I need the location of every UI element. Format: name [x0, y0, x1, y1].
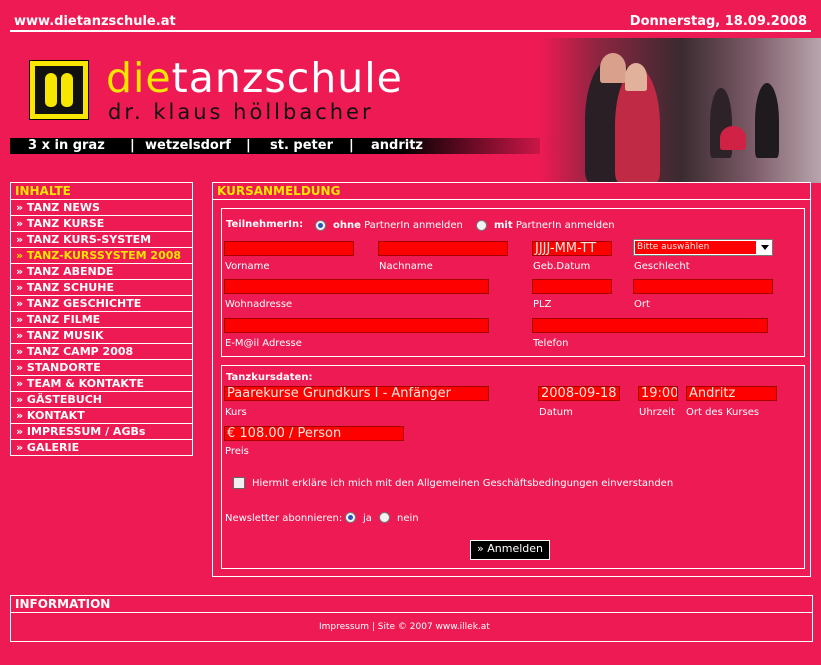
location-separator: |	[246, 138, 251, 153]
brand-subtitle: dr. klaus höllbacher	[108, 100, 374, 124]
first-name-label: Vorname	[225, 261, 270, 272]
gender-select-value: Bitte auswählen	[635, 241, 756, 254]
sidebar-heading: INHALTE	[11, 183, 192, 200]
chevron-down-icon	[761, 245, 769, 250]
radio-with-partner[interactable]	[476, 220, 487, 231]
information-heading: INFORMATION	[11, 596, 812, 613]
course-location-input[interactable]: Andritz	[686, 386, 777, 401]
logo-icon[interactable]	[29, 60, 89, 120]
current-date: Donnerstag, 18.09.2008	[629, 14, 807, 29]
newsletter-yes-radio[interactable]	[345, 512, 356, 523]
section-title: KURSANMELDUNG	[213, 183, 810, 200]
zip-input[interactable]	[532, 279, 612, 294]
sidebar-item-tanz-news[interactable]: » TANZ NEWS	[11, 200, 192, 216]
gender-label: Geschlecht	[634, 261, 690, 272]
email-label: E-M@il Adresse	[225, 338, 302, 349]
newsletter-no-radio[interactable]	[379, 512, 390, 523]
last-name-input[interactable]	[378, 241, 508, 256]
course-date-input[interactable]: 2008-09-18	[538, 386, 620, 401]
city-input[interactable]	[633, 279, 773, 294]
address-label: Wohnadresse	[225, 299, 293, 310]
sidebar-item-tanz-filme[interactable]: » TANZ FILME	[11, 312, 192, 328]
course-heading: Tanzkursdaten:	[226, 372, 313, 383]
course-date-label: Datum	[539, 407, 573, 418]
newsletter-label: Newsletter abonnieren:	[225, 513, 343, 524]
birthdate-label: Geb.Datum	[533, 261, 591, 272]
course-input[interactable]: Paarekurse Grundkurs I - Anfänger	[224, 386, 489, 401]
radio-without-partner[interactable]	[315, 220, 326, 231]
newsletter-yes-label: ja	[363, 513, 372, 524]
participant-label: TeilnehmerIn:	[226, 219, 304, 230]
address-input[interactable]	[224, 279, 489, 294]
agb-checkbox[interactable]	[233, 477, 245, 489]
sidebar-item-tanz-kurs-system[interactable]: » TANZ KURS-SYSTEM	[11, 232, 192, 248]
newsletter-no-label: nein	[397, 513, 419, 524]
location-wetzelsdorf[interactable]: wetzelsdorf	[145, 138, 231, 153]
sidebar-item-kontakt[interactable]: » KONTAKT	[11, 408, 192, 424]
sidebar-item-standorte[interactable]: » STANDORTE	[11, 360, 192, 376]
header-dance-photo	[540, 38, 821, 183]
sidebar-item-tanz-abende[interactable]: » TANZ ABENDE	[11, 264, 192, 280]
brand-title: dietanzschule	[106, 54, 403, 102]
course-location-label: Ort des Kurses	[686, 407, 760, 418]
sidebar-item-tanz-kurse[interactable]: » TANZ KURSE	[11, 216, 192, 232]
top-bar: www.dietanzschule.at Donnerstag, 18.09.2…	[10, 12, 811, 32]
sidebar-item-impressum-agbs[interactable]: » IMPRESSUM / AGBs	[11, 424, 192, 440]
sidebar-item-tanz-geschichte[interactable]: » TANZ GESCHICHTE	[11, 296, 192, 312]
gender-select[interactable]: Bitte auswählen	[633, 239, 773, 256]
site-url[interactable]: www.dietanzschule.at	[14, 14, 176, 29]
sidebar-menu: INHALTE » TANZ NEWS » TANZ KURSE » TANZ …	[10, 182, 193, 456]
location-andritz[interactable]: andritz	[371, 138, 423, 153]
information-section: INFORMATION	[10, 595, 813, 642]
location-bar: 3 x in graz | wetzelsdorf | st. peter | …	[10, 138, 565, 154]
course-time-label: Uhrzeit	[639, 407, 675, 418]
email-field[interactable]	[224, 318, 489, 333]
radio-with-partner-label: mit PartnerIn anmelden	[494, 220, 615, 231]
footer-text[interactable]: Impressum | Site © 2007 www.illek.at	[319, 622, 490, 632]
price-input[interactable]: € 108.00 / Person	[224, 426, 404, 441]
sidebar-item-tanz-schuhe[interactable]: » TANZ SCHUHE	[11, 280, 192, 296]
sidebar-item-tanz-musik[interactable]: » TANZ MUSIK	[11, 328, 192, 344]
zip-label: PLZ	[533, 299, 552, 310]
sidebar-item-tanz-camp-2008[interactable]: » TANZ CAMP 2008	[11, 344, 192, 360]
sidebar-item-gaestebuch[interactable]: » GÄSTEBUCH	[11, 392, 192, 408]
price-label: Preis	[225, 446, 249, 457]
location-separator: |	[349, 138, 354, 153]
location-separator: |	[130, 138, 135, 153]
city-label: Ort	[634, 299, 650, 310]
agb-label: Hiermit erkläre ich mich mit den Allgeme…	[252, 478, 674, 489]
submit-button[interactable]: » Anmelden	[470, 540, 550, 560]
first-name-input[interactable]	[224, 241, 354, 256]
course-label: Kurs	[225, 407, 247, 418]
sidebar-item-tanz-kurssystem-2008[interactable]: » TANZ-KURSSYSTEM 2008	[11, 248, 192, 264]
phone-input[interactable]	[532, 318, 768, 333]
location-graz: 3 x in graz	[28, 138, 105, 153]
course-time-input[interactable]: 19:00	[638, 386, 678, 401]
phone-label: Telefon	[533, 338, 569, 349]
location-st-peter[interactable]: st. peter	[270, 138, 333, 153]
sidebar-item-team-kontakte[interactable]: » TEAM & KONTAKTE	[11, 376, 192, 392]
birthdate-input[interactable]: JJJJ-MM-TT	[532, 241, 612, 256]
radio-without-partner-label: ohne PartnerIn anmelden	[333, 220, 463, 231]
last-name-label: Nachname	[379, 261, 433, 272]
sidebar-item-galerie[interactable]: » GALERIE	[11, 440, 192, 455]
